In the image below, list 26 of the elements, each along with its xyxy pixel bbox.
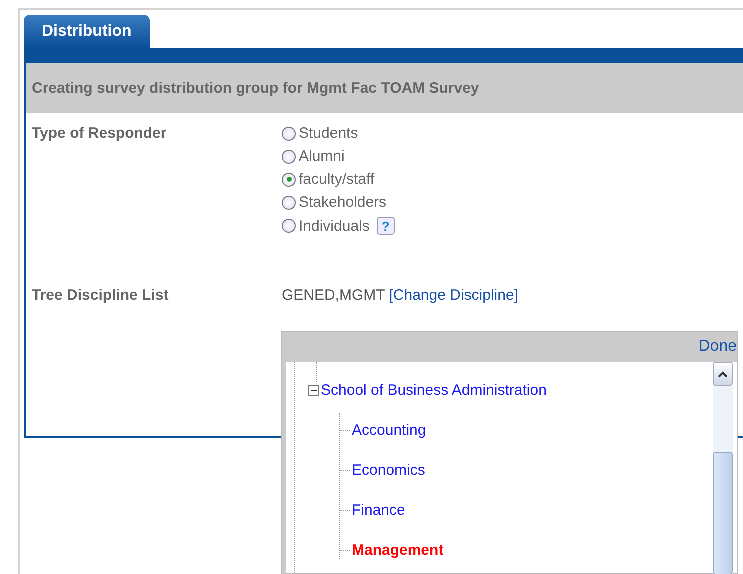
change-discipline-link[interactable]: [Change Discipline] — [389, 287, 518, 304]
done-button[interactable]: Done — [698, 338, 737, 356]
radio-button[interactable] — [282, 219, 296, 233]
tree-item[interactable]: School of Business Administration — [321, 382, 547, 399]
field-label: Type of Responder — [32, 125, 168, 144]
tree-item[interactable]: Economics — [340, 462, 547, 479]
radio-label: Students — [299, 125, 358, 142]
field-label: Tree Discipline List — [32, 287, 170, 304]
radio-label: Stakeholders — [299, 194, 387, 211]
radio-label: Individuals — [299, 218, 370, 234]
tree-item[interactable]: Accounting — [340, 422, 547, 439]
scroll-up-icon[interactable] — [713, 362, 733, 386]
tab[interactable]: Distribution — [24, 15, 150, 48]
scrollbar[interactable] — [713, 362, 733, 574]
radio-button[interactable] — [282, 126, 296, 140]
tree-item[interactable]: Finance — [340, 502, 547, 519]
tree-item[interactable]: Management — [340, 542, 547, 559]
header-text: Creating survey distribution group for Mgmt Fac TOAM Survey — [32, 80, 480, 96]
collapse-icon[interactable] — [308, 385, 319, 396]
discipline-value: GENED,MGMT [Change Discipline] — [282, 287, 520, 304]
radio-label: Alumni — [299, 148, 345, 165]
radio-button[interactable] — [282, 196, 296, 210]
radio-button[interactable] — [282, 172, 296, 186]
radio-button[interactable] — [282, 150, 296, 164]
radio-label: faculty/staff — [299, 171, 375, 188]
scroll-thumb[interactable] — [713, 452, 733, 574]
